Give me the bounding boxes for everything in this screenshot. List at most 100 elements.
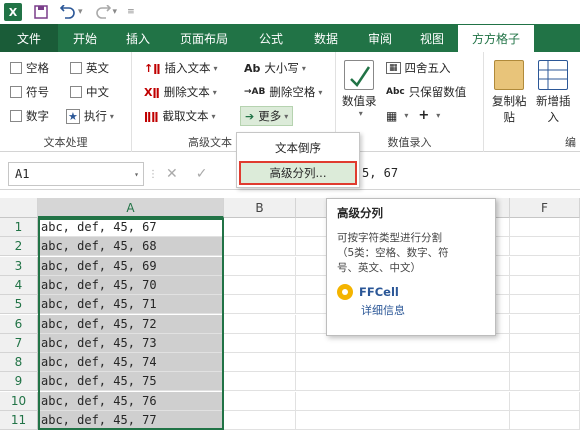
row-header[interactable]: 7: [0, 333, 38, 353]
chevron-down-icon[interactable]: ▾: [436, 111, 440, 120]
cell-empty[interactable]: [224, 275, 296, 295]
tab-insert[interactable]: 插入: [112, 24, 164, 52]
cell-empty[interactable]: [296, 333, 510, 353]
cell-empty[interactable]: [510, 237, 580, 257]
tab-view[interactable]: 视图: [406, 24, 458, 52]
undo-dropdown-icon[interactable]: ▾: [78, 7, 83, 17]
more-button[interactable]: ➔ 更多 ▾: [240, 106, 294, 126]
select-all-corner[interactable]: [0, 198, 38, 218]
cell-a[interactable]: abc, def, 45, 76: [38, 391, 224, 411]
row-header[interactable]: 2: [0, 237, 38, 257]
checkbox-space[interactable]: 空格: [10, 60, 49, 76]
menu-item-reverse-text[interactable]: 文本倒序: [237, 136, 359, 160]
cell-empty[interactable]: [510, 275, 580, 295]
save-icon[interactable]: [34, 5, 48, 19]
cell-empty[interactable]: [224, 295, 296, 315]
insert-new-button[interactable]: 新增插 入: [536, 60, 571, 125]
column-header-a[interactable]: A: [38, 198, 224, 218]
checkbox-english[interactable]: 英文: [70, 60, 109, 76]
cell-empty[interactable]: [296, 353, 510, 373]
cell-empty[interactable]: [510, 411, 580, 430]
row-header[interactable]: 9: [0, 372, 38, 392]
checkbox-number[interactable]: 数字: [10, 108, 49, 124]
tab-formulas[interactable]: 公式: [244, 24, 298, 52]
formula-content[interactable]: 5, 67: [362, 166, 398, 180]
round-button[interactable]: ▦ 四舍五入: [386, 60, 451, 76]
cell-empty[interactable]: [510, 353, 580, 373]
insert-text-button[interactable]: ↑ǁ 插入文本 ▾: [144, 60, 217, 76]
cell-empty[interactable]: [510, 333, 580, 353]
cell-empty[interactable]: [224, 411, 296, 430]
row-header[interactable]: 11: [0, 411, 38, 430]
checkbox-symbol[interactable]: 符号: [10, 84, 49, 100]
plus-icon[interactable]: +: [418, 108, 429, 123]
confirm-icon[interactable]: ✓: [196, 166, 208, 182]
undo-icon[interactable]: [60, 5, 76, 19]
tooltip-details-link[interactable]: 详细信息: [361, 302, 485, 318]
keep-numeric-button[interactable]: Abc 只保留数值: [386, 84, 466, 100]
cell-a[interactable]: abc, def, 45, 77: [38, 411, 224, 430]
chevron-down-icon[interactable]: ▾: [404, 111, 408, 120]
cell-a[interactable]: abc, def, 45, 67: [38, 218, 224, 237]
cell-a[interactable]: abc, def, 45, 73: [38, 333, 224, 353]
row-header[interactable]: 5: [0, 295, 38, 315]
delete-text-button[interactable]: Xǁ 删除文本 ▾: [144, 84, 217, 100]
cell-a[interactable]: abc, def, 45, 75: [38, 372, 224, 392]
cell-empty[interactable]: [510, 391, 580, 411]
checkbox-box[interactable]: [10, 110, 22, 122]
column-header-f[interactable]: F: [510, 198, 580, 218]
cell-empty[interactable]: [510, 256, 580, 276]
delete-space-button[interactable]: →AB 删除空格 ▾: [244, 84, 322, 100]
checkbox-box[interactable]: [10, 86, 22, 98]
chevron-down-icon[interactable]: ▾: [134, 170, 139, 179]
cell-empty[interactable]: [510, 372, 580, 392]
cancel-icon[interactable]: ✕: [166, 166, 178, 182]
cell-a[interactable]: abc, def, 45, 74: [38, 353, 224, 373]
case-button[interactable]: Ab 大小写 ▾: [244, 60, 306, 76]
cell-empty[interactable]: [510, 314, 580, 334]
tab-fangfang-gezi[interactable]: 方方格子: [458, 24, 534, 52]
cell-empty[interactable]: [510, 295, 580, 315]
cell-empty[interactable]: [224, 333, 296, 353]
cell-empty[interactable]: [510, 218, 580, 237]
row-header[interactable]: 1: [0, 218, 38, 237]
customize-quick-access-icon[interactable]: ≡: [127, 7, 135, 17]
cell-empty[interactable]: [224, 256, 296, 276]
checkbox-chinese[interactable]: 中文: [70, 84, 109, 100]
checkbox-box[interactable]: [70, 62, 82, 74]
cell-a[interactable]: abc, def, 45, 70: [38, 275, 224, 295]
checkbox-box[interactable]: [10, 62, 22, 74]
tab-data[interactable]: 数据: [298, 24, 354, 52]
column-header-b[interactable]: B: [224, 198, 296, 218]
name-box[interactable]: A1 ▾: [8, 162, 144, 186]
cell-empty[interactable]: [224, 391, 296, 411]
cell-empty[interactable]: [296, 411, 510, 430]
cell-a[interactable]: abc, def, 45, 68: [38, 237, 224, 257]
cell-a[interactable]: abc, def, 45, 71: [38, 295, 224, 315]
tab-file[interactable]: 文件: [0, 24, 58, 52]
cell-empty[interactable]: [296, 372, 510, 392]
extract-text-button[interactable]: ǁǁ 截取文本 ▾: [144, 108, 216, 124]
tab-review[interactable]: 审阅: [354, 24, 406, 52]
cell-empty[interactable]: [224, 353, 296, 373]
tab-page-layout[interactable]: 页面布局: [164, 24, 244, 52]
row-header[interactable]: 6: [0, 314, 38, 334]
menu-item-advanced-split[interactable]: 高级分列...: [239, 161, 357, 185]
cell-a[interactable]: abc, def, 45, 69: [38, 256, 224, 276]
cell-empty[interactable]: [296, 391, 510, 411]
row-header[interactable]: 10: [0, 391, 38, 411]
copy-paste-button[interactable]: 复制粘 贴: [492, 60, 527, 125]
row-header[interactable]: 8: [0, 353, 38, 373]
cell-empty[interactable]: [224, 314, 296, 334]
cell-a[interactable]: abc, def, 45, 72: [38, 314, 224, 334]
row-header[interactable]: 3: [0, 256, 38, 276]
redo-icon[interactable]: [95, 5, 111, 19]
drag-handle-icon[interactable]: ⋮: [148, 169, 158, 180]
grid-icon[interactable]: ▦: [386, 109, 397, 123]
cell-empty[interactable]: [224, 372, 296, 392]
run-button[interactable]: ★ 执行 ▾: [66, 108, 114, 124]
checkbox-box[interactable]: [70, 86, 82, 98]
cell-empty[interactable]: [224, 218, 296, 237]
redo-dropdown-icon[interactable]: ▾: [113, 7, 118, 17]
cell-empty[interactable]: [224, 237, 296, 257]
